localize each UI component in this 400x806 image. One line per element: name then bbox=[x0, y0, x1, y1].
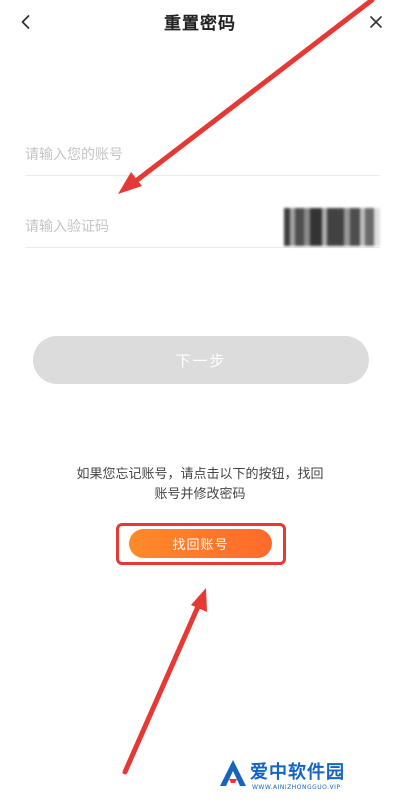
top-bar: 重置密码 bbox=[0, 0, 400, 44]
account-input[interactable] bbox=[25, 135, 380, 175]
watermark-url: WWW.AINIZHONGGUO.VIP bbox=[252, 784, 341, 791]
watermark: 爱中软件园 WWW.AINIZHONGGUO.VIP bbox=[218, 756, 388, 798]
page-title: 重置密码 bbox=[164, 14, 236, 34]
captcha-image[interactable] bbox=[284, 208, 380, 246]
watermark-title: 爱中软件园 bbox=[250, 762, 345, 783]
next-step-button[interactable]: 下一步 bbox=[33, 336, 369, 384]
recovery-hint-line1: 如果您忘记账号，请点击以下的按钮，找回 bbox=[76, 467, 324, 482]
account-field bbox=[25, 135, 380, 176]
close-icon bbox=[370, 16, 382, 28]
letter-a-logo bbox=[220, 760, 246, 786]
recovery-hint-line2: 账号并修改密码 bbox=[154, 487, 246, 502]
annotation-arrow-bottom bbox=[122, 588, 207, 775]
recovery-hint: 如果您忘记账号，请点击以下的按钮，找回 账号并修改密码 bbox=[40, 465, 360, 505]
annotation-arrows bbox=[118, 0, 375, 775]
find-account-button[interactable]: 找回账号 bbox=[129, 529, 272, 558]
verification-code-input[interactable] bbox=[25, 207, 265, 247]
close-button[interactable] bbox=[362, 8, 390, 36]
reset-password-page: 重置密码 下一步 如果您忘记账号，请点击以下的按钮，找回 账号并修改密码 找回账… bbox=[0, 0, 400, 806]
